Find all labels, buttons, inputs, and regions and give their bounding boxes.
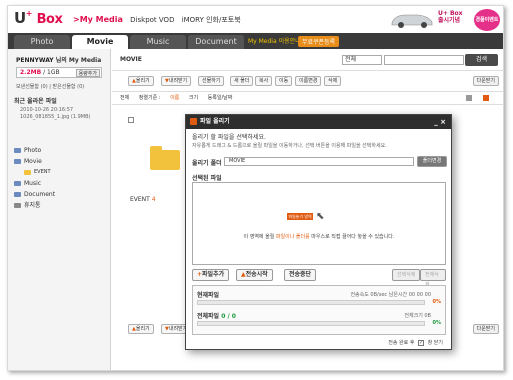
transfer-progress-panel: 현재파일 전송속도 0B/sec 남은시간 00 00 00 0% 전체파일 0… [192, 285, 446, 335]
current-file-progress [197, 300, 425, 305]
current-file-percent: 0% [432, 299, 442, 305]
dialog-description: 올리기 할 파일을 선택하세요. 자유롭게 드래그 & 드롭으로 올릴 파일을 … [192, 134, 387, 149]
tree-item-trash[interactable]: 휴지통 [14, 200, 55, 211]
tree-item-document[interactable]: Document [14, 189, 55, 200]
move-button[interactable]: 이동 [275, 76, 293, 86]
close-button[interactable]: × [440, 118, 446, 126]
download-all-button[interactable]: 다운받기 [472, 76, 499, 86]
download-all-button-bottom[interactable]: 다운받기 [472, 324, 499, 334]
current-file-stats: 전송속도 0B/sec 남은시간 00 00 00 [350, 292, 431, 298]
total-size-stats: 전체크기 0B [404, 313, 431, 319]
document-folder-icon [14, 192, 21, 197]
minimize-button[interactable]: _ [434, 118, 438, 126]
tab-music[interactable]: Music [130, 35, 186, 49]
sort-bar: 전체 정렬기준 : 이름 크기 등록일/날짜 [112, 91, 503, 106]
sort-by-size[interactable]: 크기 [189, 95, 198, 101]
select-all-checkbox[interactable]: 전체 [120, 95, 129, 101]
total-progress [197, 321, 425, 326]
remove-all-button[interactable]: 전체삭제 [420, 269, 446, 288]
upload-folder-field: MOVIE [224, 157, 414, 166]
folder-tree: Photo Movie EVENT Music Document 휴지통 [14, 145, 55, 211]
tab-movie[interactable]: Movie [72, 35, 128, 49]
nav-imory[interactable]: iMORY 인화/포토북 [182, 16, 241, 24]
user-name: PENNYWAY 님의 My Media [16, 57, 102, 64]
recent-files-title[interactable]: 최근 올라온 파일 [14, 96, 57, 105]
recent-file-item[interactable]: 2010-10-26 20:16:57 1026_081855_1.jpg (1… [20, 107, 91, 121]
upload-button[interactable]: ▲올리기 [128, 76, 154, 86]
copy-button[interactable]: 복사 [255, 76, 273, 86]
drop-instruction: 이 영역에 올릴 파일이나 폴더를 마우스로 직접 끌어다 놓을 수 있습니다. [243, 234, 395, 240]
upload-button-bottom[interactable]: ▲올리기 [128, 324, 154, 334]
change-folder-button[interactable]: 폴더변경 [417, 156, 447, 167]
file-checkbox[interactable] [128, 117, 134, 123]
add-storage-button[interactable]: 용량추가 [75, 69, 100, 77]
file-drop-zone[interactable]: 파일놓기 영역 ⬉ 이 영역에 올릴 파일이나 폴더를 마우스로 직접 끌어다 … [192, 182, 446, 265]
nav-mymedia[interactable]: >My Media [73, 15, 123, 24]
event-badge[interactable]: 경품이벤트 [474, 9, 500, 31]
current-file-label: 현재파일 [197, 292, 220, 299]
delete-button[interactable]: 삭제 [324, 76, 342, 86]
close-after-transfer-checkbox[interactable]: ✓ [418, 339, 425, 346]
file-toolbar: ▲올리기 ▼내려받기 선물하기 새 폴더 복사 이동 이름변경 삭제 다운받기 [112, 73, 503, 89]
search-input[interactable] [384, 55, 464, 65]
media-tabbar: Photo Movie Music Document My Media 이용안내… [8, 33, 503, 49]
storage-quota: 2.2MB / 1GB 용량추가 [16, 67, 102, 78]
photo-folder-icon [14, 148, 21, 153]
gift-box-links[interactable]: 보낸선물함 (0) | 받은선물함 (0) [16, 83, 84, 90]
gift-button[interactable]: 선물하기 [198, 76, 225, 86]
movie-folder-icon [14, 159, 21, 164]
total-percent: 0% [432, 320, 442, 326]
top-header: U+ Box >My Media Diskpot VOD iMORY 인화/포토… [8, 6, 503, 34]
new-folder-button[interactable]: 새 폴더 [230, 76, 254, 86]
coupon-register-button[interactable]: 무료쿠폰등록 [298, 36, 340, 47]
tree-item-music[interactable]: Music [14, 178, 55, 189]
add-file-button[interactable]: +파일추가 [192, 269, 230, 281]
trash-icon [14, 203, 21, 208]
start-transfer-button[interactable]: ▲전송시작 [236, 269, 273, 281]
upload-folder-label: 올리기 폴더 [192, 160, 222, 167]
stop-transfer-button[interactable]: 전송중단 [284, 269, 317, 281]
remove-selected-button[interactable]: 선택삭제 [392, 269, 421, 281]
tab-document[interactable]: Document [188, 35, 244, 49]
sidebar: PENNYWAY 님의 My Media 2.2MB / 1GB 용량추가 보낸… [8, 49, 111, 370]
rename-button[interactable]: 이름변경 [295, 76, 322, 86]
ad-text[interactable]: U+ Box 출시기념 [438, 10, 463, 24]
search-button[interactable]: 검색 [465, 54, 498, 66]
upload-icon [190, 118, 197, 125]
music-folder-icon [14, 181, 21, 186]
current-folder-title: MOVIE [120, 56, 142, 63]
sort-by-date[interactable]: 등록일/날짜 [208, 95, 233, 101]
car-ad-image[interactable] [388, 8, 436, 30]
tab-photo[interactable]: Photo [14, 35, 70, 49]
dialog-titlebar[interactable]: 파일 올리기 _ × [186, 115, 451, 129]
search-scope-select[interactable]: 전체 [342, 55, 382, 65]
drop-area-hint: 파일놓기 영역 [287, 213, 313, 220]
file-name[interactable]: EVENT 4 [130, 196, 156, 203]
main-header: MOVIE 전체 검색 [112, 49, 503, 71]
dialog-footer: 전송 완료 후 ✓ 창 닫기 [388, 339, 443, 346]
mymedia-guide-link[interactable]: My Media 이용안내 [248, 36, 301, 45]
brand-nav: >My Media Diskpot VOD iMORY 인화/포토북 [73, 15, 246, 25]
view-mode-toggle [463, 94, 497, 106]
folder-icon [24, 170, 31, 175]
tree-item-photo[interactable]: Photo [14, 145, 55, 156]
total-files-label: 전체파일 0 / 0 [197, 313, 236, 320]
folder-icon[interactable] [150, 146, 180, 170]
thumbnail-view-icon[interactable] [483, 95, 489, 101]
download-button[interactable]: ▼내려받기 [161, 76, 192, 86]
dialog-buttons: +파일추가 ▲전송시작 전송중단 선택삭제 전체삭제 [192, 269, 446, 288]
nav-diskpot[interactable]: Diskpot VOD [130, 16, 174, 24]
tree-item-event[interactable]: EVENT [14, 167, 55, 178]
tree-item-movie[interactable]: Movie [14, 156, 55, 167]
ubox-logo[interactable]: U+ Box [14, 9, 63, 27]
sort-by-name[interactable]: 이름 [170, 95, 179, 101]
list-view-icon[interactable] [466, 95, 472, 101]
drag-cursor-icon: ⬉ [316, 211, 325, 222]
selected-files-label: 선택된 파일 [192, 175, 222, 182]
upload-dialog: 파일 올리기 _ × 올리기 할 파일을 선택하세요. 자유롭게 드래그 & 드… [185, 114, 452, 350]
